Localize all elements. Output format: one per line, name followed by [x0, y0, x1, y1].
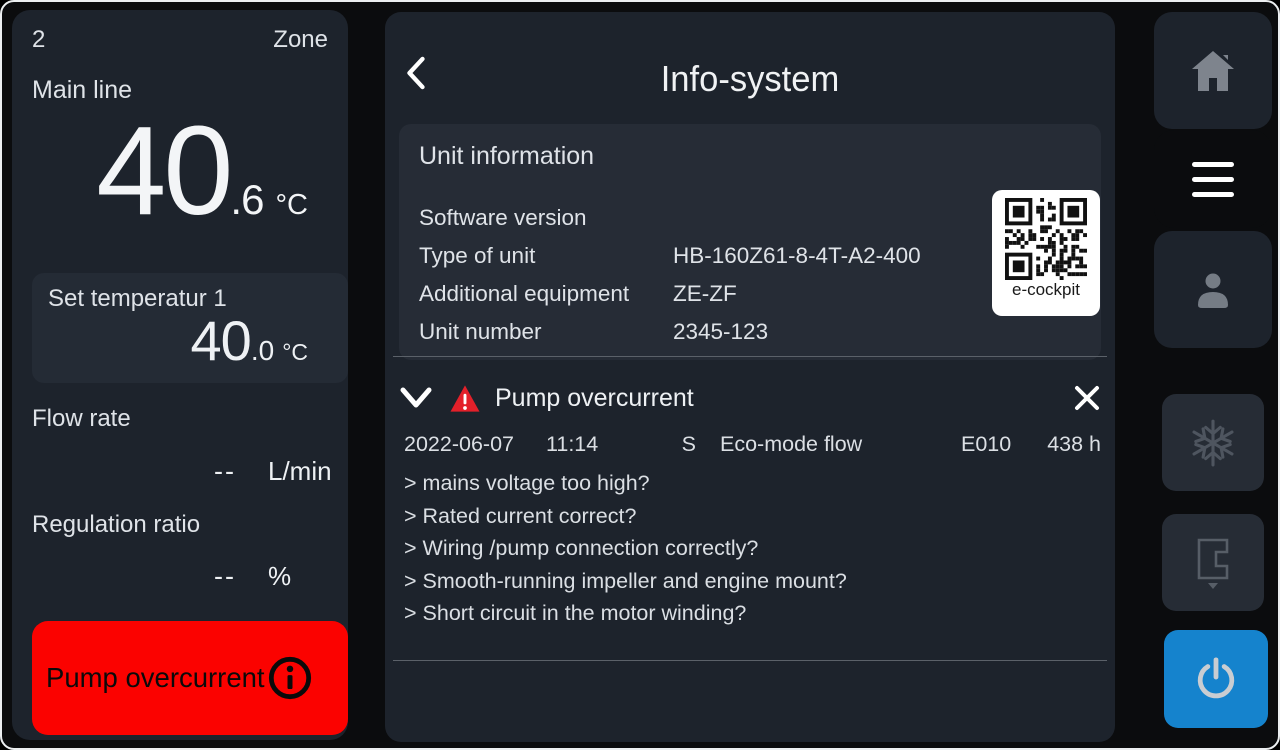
close-icon — [1073, 384, 1101, 412]
power-button[interactable] — [1164, 630, 1268, 728]
main-temp-fraction: .6 — [230, 176, 263, 224]
check-item: > Short circuit in the motor winding? — [404, 597, 847, 630]
zone-label: Zone — [273, 26, 328, 54]
unit-information-header: Unit information — [419, 142, 1101, 171]
flow-rate-label: Flow rate — [32, 405, 131, 433]
user-icon — [1190, 267, 1236, 313]
qr-code-box: e-cockpit — [992, 190, 1100, 316]
power-icon — [1193, 656, 1239, 702]
flow-rate-row: -- L/min — [32, 456, 342, 487]
flow-rate-unit: L/min — [268, 456, 342, 487]
chevron-down-icon — [399, 386, 433, 410]
alarm-meta-row: 2022-06-07 11:14 S Eco-mode flow E010 43… — [404, 432, 1101, 457]
unit-info-row: Unit number 2345-123 — [419, 313, 1101, 351]
alarm-time: 11:14 — [546, 432, 646, 457]
check-item: > Wiring /pump connection correctly? — [404, 532, 847, 565]
warning-triangle-icon — [449, 384, 481, 413]
main-temperature: 40 .6 °C — [28, 108, 308, 234]
snowflake-icon — [1188, 418, 1238, 468]
home-button[interactable] — [1154, 12, 1272, 129]
alarm-entry-header: Pump overcurrent — [399, 376, 1101, 420]
main-temp-integer: 40 — [96, 108, 230, 234]
row-label: Type of unit — [419, 243, 673, 269]
divider — [393, 356, 1107, 357]
check-item: > Smooth-running impeller and engine mou… — [404, 565, 847, 598]
set-temperature-box[interactable]: Set temperatur 1 40 .0 °C — [32, 273, 348, 383]
alarm-source: Eco-mode flow — [720, 432, 961, 457]
alarm-runtime: 438 h — [1021, 432, 1101, 457]
divider — [393, 660, 1107, 661]
check-item: > Rated current correct? — [404, 500, 847, 533]
alarm-banner[interactable]: Pump overcurrent — [32, 621, 348, 735]
regulation-ratio-unit: % — [268, 561, 342, 592]
home-icon — [1189, 49, 1237, 93]
user-button[interactable] — [1154, 231, 1272, 348]
main-temp-unit: °C — [275, 189, 308, 222]
regulation-ratio-value: -- — [32, 561, 236, 592]
zone-number: 2 — [32, 26, 45, 54]
row-label: Additional equipment — [419, 281, 673, 307]
row-value: 2345-123 — [673, 319, 768, 345]
info-icon — [267, 655, 313, 701]
set-temp-unit: °C — [282, 339, 308, 366]
alarm-banner-label: Pump overcurrent — [46, 662, 265, 694]
alarm-title: Pump overcurrent — [495, 384, 694, 413]
zone-header: 2 Zone — [32, 26, 328, 54]
info-system-panel: Info-system Unit information Software ve… — [385, 12, 1115, 742]
row-value: HB-160Z61-8-4T-A2-400 — [673, 243, 921, 269]
check-item: > mains voltage too high? — [404, 467, 847, 500]
set-temp-fraction: .0 — [251, 335, 274, 367]
alarm-date: 2022-06-07 — [404, 432, 546, 457]
collapse-button[interactable] — [399, 386, 433, 410]
hamburger-bar — [1192, 162, 1234, 167]
unit-information-section: Unit information Software version Type o… — [399, 124, 1101, 360]
alarm-flag: S — [646, 432, 696, 457]
set-temp-value: 40 .0 °C — [191, 313, 308, 369]
hamburger-bar — [1192, 192, 1234, 197]
hamburger-bar — [1192, 177, 1234, 182]
alarm-checklist: > mains voltage too high? > Rated curren… — [404, 467, 847, 630]
qr-code-label: e-cockpit — [1012, 280, 1080, 300]
alarm-code: E010 — [961, 432, 1021, 457]
zone-panel: 2 Zone Main line 40 .6 °C Set temperatur… — [12, 10, 348, 740]
row-value: ZE-ZF — [673, 281, 737, 307]
set-temp-integer: 40 — [191, 313, 251, 369]
row-label: Unit number — [419, 319, 673, 345]
mold-contour-button[interactable] — [1162, 514, 1264, 611]
device-screen: 2 Zone Main line 40 .6 °C Set temperatur… — [0, 0, 1280, 750]
mold-contour-icon — [1189, 536, 1237, 590]
regulation-ratio-row: -- % — [32, 561, 342, 592]
cooling-button[interactable] — [1162, 394, 1264, 491]
regulation-ratio-label: Regulation ratio — [32, 511, 200, 539]
flow-rate-value: -- — [32, 456, 236, 487]
close-button[interactable] — [1073, 384, 1101, 412]
row-label: Software version — [419, 205, 673, 231]
page-title: Info-system — [400, 12, 1101, 100]
menu-button-active[interactable] — [1154, 130, 1272, 228]
qr-code — [1005, 198, 1087, 280]
